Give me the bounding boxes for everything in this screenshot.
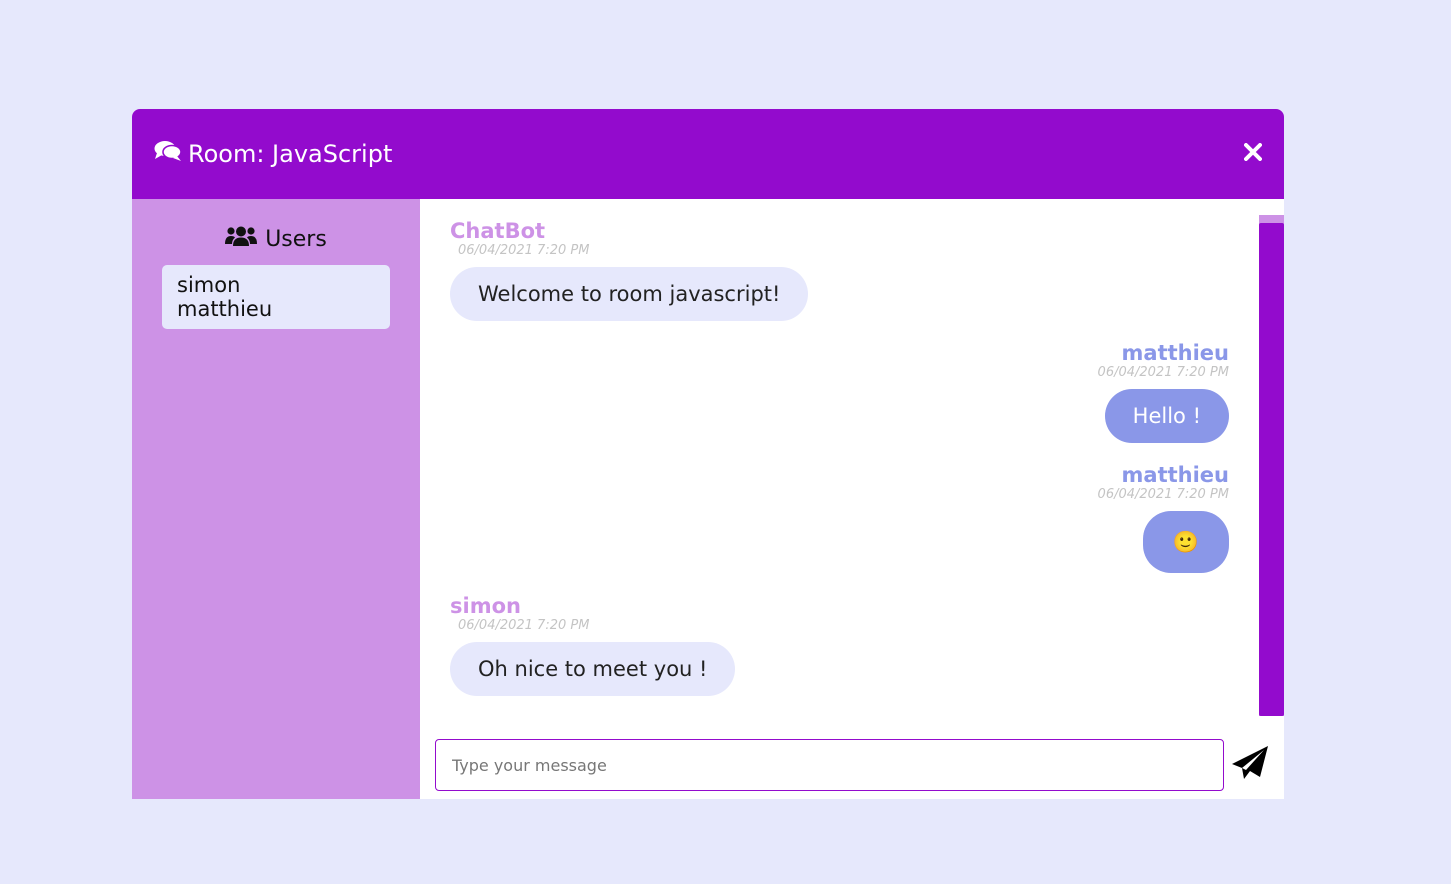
message-bubble: Oh nice to meet you !	[450, 642, 736, 696]
users-heading-label: Users	[265, 226, 327, 252]
message-author: simon	[450, 594, 521, 618]
close-button[interactable]	[1244, 143, 1262, 165]
user-list-item: matthieu	[177, 297, 273, 321]
message-bubble: Welcome to room javascript!	[450, 267, 809, 321]
users-heading: Users	[132, 225, 420, 253]
message-author: matthieu	[1121, 341, 1229, 365]
message-item: matthieu 06/04/2021 7:20 PM 🙂	[1098, 463, 1229, 573]
scrollbar-track[interactable]	[1259, 215, 1284, 716]
users-sidebar: Users simon matthieu	[132, 199, 420, 799]
user-list: simon matthieu	[162, 265, 390, 329]
message-timestamp: 06/04/2021 7:20 PM	[1097, 487, 1229, 502]
message-author: matthieu	[1121, 463, 1229, 487]
message-input[interactable]	[435, 739, 1224, 791]
message-item: ChatBot 06/04/2021 7:20 PM Welcome to ro…	[450, 219, 809, 321]
close-icon	[1244, 143, 1262, 165]
message-item: simon 06/04/2021 7:20 PM Oh nice to meet…	[450, 594, 736, 696]
message-bubble: Hello !	[1104, 389, 1229, 443]
comments-icon	[154, 140, 188, 168]
users-icon	[225, 225, 258, 253]
message-bubble: 🙂	[1142, 511, 1229, 573]
message-composer	[435, 739, 1270, 791]
message-author: ChatBot	[450, 219, 546, 243]
message-list: ChatBot 06/04/2021 7:20 PM Welcome to ro…	[450, 217, 1229, 717]
message-item: matthieu 06/04/2021 7:20 PM Hello !	[1098, 341, 1229, 443]
user-list-item: simon	[177, 273, 241, 297]
chat-main: ChatBot 06/04/2021 7:20 PM Welcome to ro…	[420, 199, 1284, 799]
send-button[interactable]	[1230, 744, 1270, 786]
room-title: Room: JavaScript	[154, 140, 392, 168]
chat-header: Room: JavaScript	[132, 109, 1284, 199]
room-title-text: Room: JavaScript	[188, 140, 393, 168]
paper-plane-icon	[1230, 744, 1270, 786]
chat-body: Users simon matthieu ChatBot 06/04/2021 …	[132, 199, 1284, 799]
chat-window: Room: JavaScript Users simon matthieu Ch…	[132, 109, 1284, 799]
message-timestamp: 06/04/2021 7:20 PM	[458, 618, 590, 633]
message-timestamp: 06/04/2021 7:20 PM	[1097, 365, 1229, 380]
scrollbar-thumb[interactable]	[1259, 223, 1284, 716]
message-timestamp: 06/04/2021 7:20 PM	[458, 243, 590, 258]
